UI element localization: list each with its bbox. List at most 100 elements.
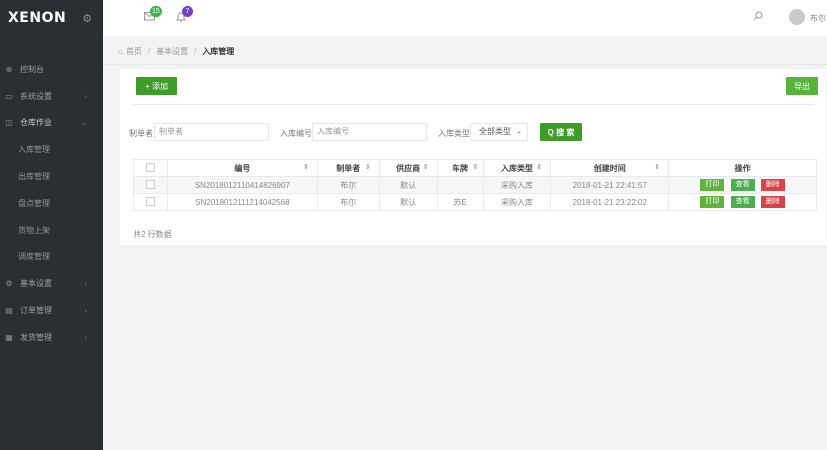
search-icon[interactable] [753,11,763,24]
col-header-supplier[interactable]: 供应商 ⇕ [378,159,438,177]
dashboard-icon: ⊕ [5,64,13,74]
cell-supplier: 默认 [378,176,438,194]
list-icon: ▤ [5,306,13,316]
view-button[interactable]: 查看 [730,179,755,191]
col-header-label: 操作 [734,163,751,173]
avatar[interactable] [789,9,805,25]
sidebar-item-dispatch[interactable]: 调度管理 [0,244,103,271]
gear-icon: ⚙ [5,279,13,289]
sidebar-item-label: 仓库作业 [20,118,52,128]
col-header-label: 制单者 [336,163,361,173]
col-header-type[interactable]: 入库类型 ⇕ [482,159,552,177]
sidebar-item-basic-settings[interactable]: ⚙ 基本设置 › [0,270,103,297]
sidebar-item-shelving[interactable]: 货物上架 [0,217,103,244]
breadcrumb-separator: / [147,47,151,56]
delete-button[interactable]: 删除 [760,179,785,191]
row-count-summary: 共2 行数据 [133,230,172,239]
sidebar-item-system-settings[interactable]: ▭ 系统设置 › [0,83,103,110]
number-label: 入库编号 [280,129,312,138]
mail-icon[interactable]: 15 [144,6,162,23]
col-header-label: 创建时间 [593,163,626,173]
col-header-number[interactable]: 编号 ⇕ [166,159,318,177]
breadcrumb-current: 入库管理 [202,47,235,56]
col-header-actions: 操作 [668,159,817,177]
monitor-icon: ▭ [5,91,13,101]
chevron-right-icon: › [84,279,87,289]
row-checkbox[interactable] [145,196,155,206]
sidebar-item-label: 盘点管理 [18,198,50,208]
select-all-cell[interactable] [133,159,168,177]
sidebar-item-label: 系统设置 [20,91,52,101]
chevron-right-icon: › [84,91,87,101]
sort-icon[interactable]: ⇕ [423,163,429,171]
table-row: SN201801211041482​6907 布尔 默认 采购入库 2018-0… [133,176,817,194]
search-icon-svg [753,11,763,21]
export-button[interactable]: 导出 [786,77,818,95]
sidebar-item-label: 货物上架 [18,225,50,235]
breadcrumb-basic-settings[interactable]: 基本设置 [156,46,188,57]
cell-plate [436,176,484,194]
sidebar-item-inbound[interactable]: 入库管理 [0,136,103,163]
sidebar-nav: ⊕ 控制台 ▭ 系统设置 › ◫ 仓库作业 ⌄ 入库管理 出库管理 盘点管理 货… [0,56,103,351]
col-header-plate[interactable]: 车牌 ⇕ [436,159,484,177]
print-button[interactable]: 打印 [700,179,725,191]
chevron-down-icon: ⌄ [80,118,87,128]
mail-badge: 15 [150,6,162,17]
cell-creator: 布尔 [316,176,380,194]
sidebar: XENON ⚙ ⊕ 控制台 ▭ 系统设置 › ◫ 仓库作业 ⌄ 入库管理 出库管… [0,0,103,450]
sidebar-item-warehouse-ops[interactable]: ◫ 仓库作业 ⌄ [0,110,103,137]
sidebar-item-shipping[interactable]: ▦ 发货管理 › [0,324,103,351]
type-select-value: 全部类型 [479,127,511,136]
col-header-time[interactable]: 创建时间 ⇕ [550,159,670,177]
breadcrumb: ⌂ 首页 / 基本设置 / 入库管理 [103,39,827,65]
sidebar-item-label: 入库管理 [18,145,50,155]
col-header-label: 入库类型 [500,163,533,173]
row-select-cell[interactable] [133,193,168,211]
cell-number: SN201801211041482​6907 [166,176,318,194]
select-all-checkbox[interactable] [145,162,155,172]
sidebar-item-label: 调度管理 [18,252,50,262]
sort-icon[interactable]: ⇕ [303,163,309,171]
col-header-label: 供应商 [396,163,421,173]
print-button[interactable]: 打印 [700,196,725,208]
sidebar-item-inventory-check[interactable]: 盘点管理 [0,190,103,217]
topbar: 15 7 布尔 [103,0,827,36]
brand-logo[interactable]: XENON [8,10,66,26]
brand: XENON ⚙ [0,0,103,36]
row-select-cell[interactable] [133,176,168,194]
search-button[interactable]: Q 搜 索 [540,123,582,141]
row-checkbox[interactable] [145,179,155,189]
chevron-right-icon: › [84,332,87,342]
warehouse-icon: ◫ [5,118,13,128]
creator-input[interactable]: 制单者 [154,123,269,141]
type-select[interactable]: 全部类型 ⌄ [470,123,528,141]
chevron-right-icon: › [84,306,87,316]
sidebar-item-label: 发货管理 [20,332,52,342]
cell-supplier: 默认 [378,193,438,211]
sidebar-item-label: 出库管理 [18,172,50,182]
table-header-row: 编号 ⇕ 制单者 ⇕ 供应商 ⇕ 车牌 ⇕ 入库类型 ⇕ 创建时间 ⇕ 操作 [133,159,817,177]
sort-icon[interactable]: ⇕ [654,163,660,171]
delete-button[interactable]: 删除 [760,196,785,208]
view-button[interactable]: 查看 [730,196,755,208]
breadcrumb-home[interactable]: 首页 [126,46,142,57]
table-row: SN2018012111214042568 布尔 默认 苏E 采购入库 2018… [133,193,817,211]
sidebar-item-orders[interactable]: ▤ 订单管理 › [0,297,103,324]
sort-icon[interactable]: ⇕ [537,163,543,171]
number-input[interactable]: 入库编号 [312,123,427,141]
creator-label: 制单者 [129,129,153,138]
sidebar-item-dashboard[interactable]: ⊕ 控制台 [0,56,103,83]
col-header-creator[interactable]: 制单者 ⇕ [316,159,380,177]
sort-icon[interactable]: ⇕ [365,163,371,171]
user-name[interactable]: 布尔 [810,13,826,24]
inbound-table: 编号 ⇕ 制单者 ⇕ 供应商 ⇕ 车牌 ⇕ 入库类型 ⇕ 创建时间 ⇕ 操作 SN20180… [133,159,817,211]
add-button[interactable]: + 添加 [136,77,177,95]
sidebar-item-label: 控制台 [20,64,44,74]
settings-gear-icon[interactable]: ⚙ [82,12,92,25]
home-icon: ⌂ [118,47,123,56]
sidebar-item-outbound[interactable]: 出库管理 [0,163,103,190]
content-panel: + 添加 导出 制单者 制单者 入库编号 入库编号 入库类型 全部类型 ⌄ Q … [120,69,826,245]
bell-icon[interactable]: 7 [175,6,193,23]
sidebar-item-label: 订单管理 [20,306,52,316]
sort-icon[interactable]: ⇕ [473,163,479,171]
